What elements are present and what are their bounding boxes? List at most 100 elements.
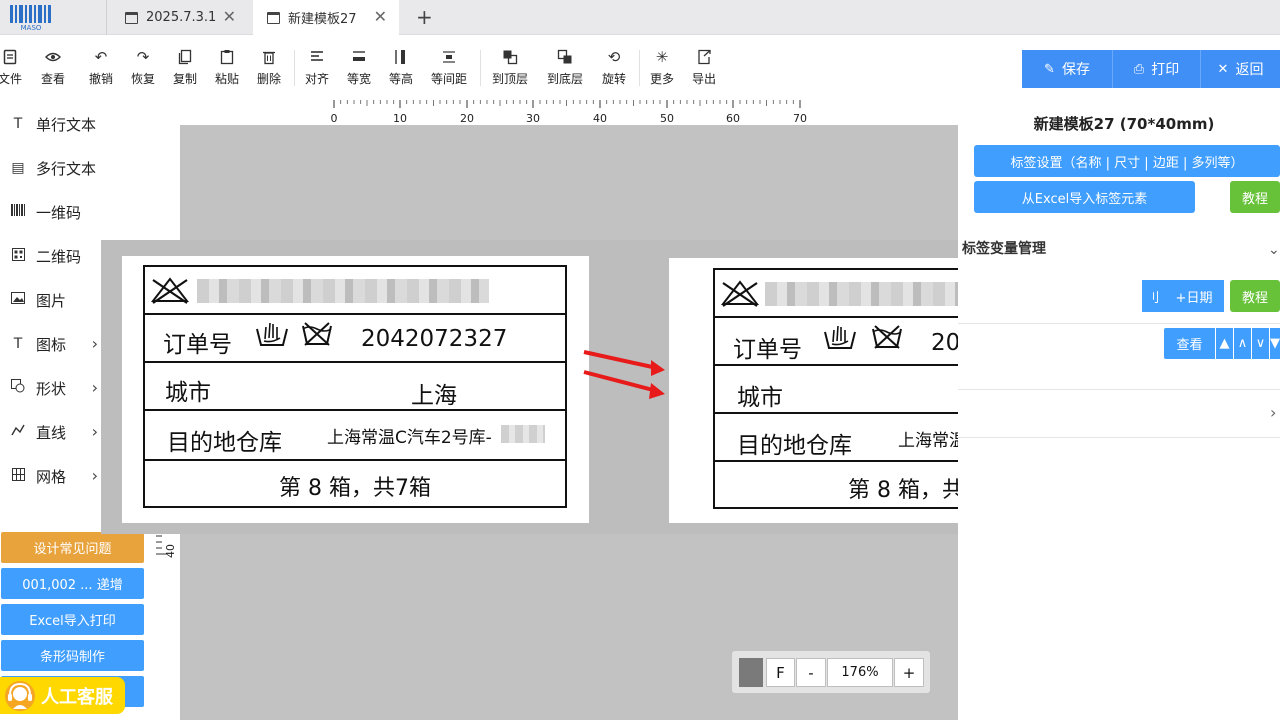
equal-width-icon (351, 46, 367, 68)
send-to-back-button[interactable]: 到底层 (547, 46, 583, 87)
grid-icon (0, 467, 36, 485)
label-row-city: 城市 上海 (145, 363, 565, 411)
equal-width-button[interactable]: 等宽 (347, 46, 371, 87)
tab-2025-7-3-1[interactable]: 2025.7.3.1 ✕ (106, 0, 248, 35)
left-ruler-ticks: 40 (156, 535, 177, 558)
copy-icon (178, 46, 192, 68)
move-first-button[interactable]: ▲ (1216, 328, 1233, 359)
add-date-button[interactable]: +日期 (1164, 280, 1224, 312)
tab-label: 新建模板27 (288, 12, 357, 27)
divider (958, 389, 1280, 390)
close-icon[interactable]: ✕ (223, 8, 236, 26)
chevron-right-icon: › (91, 334, 98, 353)
add-tab-icon[interactable]: + (416, 5, 433, 29)
svg-text:40: 40 (164, 544, 177, 558)
design-faq-button[interactable]: 设计常见问题 (1, 532, 144, 563)
move-up-button[interactable]: ∧ (1234, 328, 1251, 359)
text-icon: T (13, 116, 23, 132)
rotate-button[interactable]: ⟲ 旋转 (602, 46, 626, 87)
increment-button[interactable]: 001,002 ... 递增 (1, 568, 144, 599)
multiline-text-icon: ▤ (11, 160, 25, 176)
svg-text:10: 10 (393, 112, 407, 125)
action-button-group: ✎ 保存 ⎙ 打印 ✕ 返回 (1022, 50, 1280, 88)
save-button[interactable]: ✎ 保存 (1022, 50, 1113, 88)
label-paper-left: 订单号 2042072327 城市 上海 目的地仓库 上海常温C汽车2号库- 第… (122, 256, 589, 523)
divider (958, 437, 1280, 438)
chevron-right-icon: › (91, 466, 98, 485)
chevron-right-icon[interactable]: › (1270, 403, 1276, 422)
rotate-icon: ⟲ (607, 48, 621, 66)
undo-icon: ↶ (94, 48, 108, 66)
equal-height-button[interactable]: 等高 (389, 46, 413, 87)
template-icon (125, 11, 138, 24)
align-icon (310, 46, 324, 68)
svg-text:50: 50 (660, 112, 674, 125)
redo-button[interactable]: ↷ 恢复 (131, 46, 155, 87)
export-button[interactable]: 导出 (692, 46, 716, 87)
fit-button[interactable]: F (766, 658, 795, 687)
right-panel: 新建模板27 (70*40mm) 标签设置（名称 | 尺寸 | 边距 | 多列等… (958, 100, 1280, 720)
edit-icon: ✎ (1044, 61, 1055, 77)
toolbar-divider (480, 50, 481, 86)
eye-icon (45, 46, 61, 68)
copy-button[interactable]: 复制 (173, 46, 197, 87)
send-to-back-icon (557, 46, 573, 68)
ruler-ticks: 0 10 20 30 40 50 60 70 (331, 100, 807, 125)
paste-button[interactable]: 粘贴 (215, 46, 239, 87)
align-button[interactable]: 对齐 (305, 46, 329, 87)
delete-button[interactable]: 删除 (257, 46, 281, 87)
svg-text:60: 60 (726, 112, 740, 125)
barcode-make-button[interactable]: 条形码制作 (1, 640, 144, 671)
file-button[interactable]: 文件 (0, 46, 22, 87)
headset-icon (5, 680, 35, 711)
template-title: 新建模板27 (70*40mm) (1033, 115, 1215, 133)
zoom-bar: F - 176% + (732, 651, 930, 693)
color-swatch[interactable] (739, 658, 763, 687)
hand-wash-icon (824, 325, 856, 349)
bring-to-front-button[interactable]: 到顶层 (492, 46, 528, 87)
shape-icon (0, 379, 36, 397)
no-wash-icon (151, 277, 189, 304)
zoom-level[interactable]: 176% (827, 658, 893, 687)
chevron-right-icon: › (91, 378, 98, 397)
chevron-down-icon[interactable]: ⌄ (1268, 242, 1280, 258)
tutorial-button[interactable]: 教程 (1230, 181, 1280, 213)
excel-import-print-button[interactable]: Excel导入打印 (1, 604, 144, 635)
customer-service-button[interactable]: 人工客服 (0, 677, 125, 714)
sidebar-item-multi-line-text[interactable]: ▤ 多行文本 (0, 153, 156, 183)
equal-spacing-button[interactable]: 等间距 (431, 46, 467, 87)
view-button[interactable]: 查看 (41, 46, 65, 87)
sidebar-item-barcode[interactable]: 一维码 (0, 197, 156, 227)
image-icon (0, 292, 36, 308)
print-button[interactable]: ⎙ 打印 (1113, 50, 1201, 88)
back-button[interactable]: ✕ 返回 (1201, 50, 1280, 88)
close-icon[interactable]: ✕ (374, 8, 387, 26)
sidebar-item-single-line-text[interactable]: T 单行文本 (0, 109, 156, 139)
tab-new-template-27[interactable]: 新建模板27 ✕ (253, 0, 399, 35)
partial-variable-button[interactable]: 刂 (1142, 280, 1164, 312)
blurred-warehouse-code (501, 425, 545, 443)
tutorial-button-2[interactable]: 教程 (1230, 280, 1280, 312)
more-button[interactable]: ✳ 更多 (650, 46, 674, 87)
close-icon: ✕ (1217, 61, 1229, 77)
excel-import-elements-button[interactable]: 从Excel导入标签元素 (974, 181, 1195, 213)
redo-icon: ↷ (136, 48, 150, 66)
svg-text:70: 70 (793, 112, 807, 125)
qrcode-icon (0, 247, 36, 265)
label-row-warehouse: 目的地仓库 上海常温C汽车2号库- (145, 411, 565, 461)
tab-bar: MASO 2025.7.3.1 ✕ 新建模板27 ✕ + (0, 0, 1280, 35)
export-icon (697, 46, 711, 68)
equal-height-icon (394, 46, 408, 68)
maso-logo: MASO (10, 5, 51, 31)
label-row-order: 订单号 2042072327 (145, 315, 565, 363)
top-ruler: 0 10 20 30 40 50 60 70 (180, 100, 958, 125)
label-settings-button[interactable]: 标签设置（名称 | 尺寸 | 边距 | 多列等） (974, 145, 1280, 177)
chevron-right-icon: › (91, 422, 98, 441)
undo-button[interactable]: ↶ 撤销 (89, 46, 113, 87)
line-icon (0, 424, 36, 440)
move-last-button[interactable]: ▼ (1270, 328, 1280, 359)
move-down-button[interactable]: ∨ (1252, 328, 1269, 359)
zoom-in-button[interactable]: + (894, 658, 924, 687)
zoom-out-button[interactable]: - (796, 658, 826, 687)
view-variables-button[interactable]: 查看 (1164, 328, 1215, 359)
